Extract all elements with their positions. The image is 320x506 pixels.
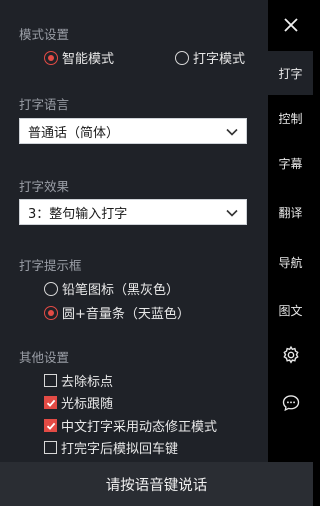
mode-typing-radio[interactable]: 打字模式 xyxy=(175,48,245,67)
other-section-title: 其他设置 xyxy=(19,350,70,365)
checkbox-box[interactable] xyxy=(44,374,57,387)
remove-punctuation-label: 去除标点 xyxy=(61,375,114,390)
mode-smart-label: 智能模式 xyxy=(62,52,115,67)
push-to-talk-bar[interactable]: 请按语音键说话 xyxy=(0,462,313,506)
gear-icon xyxy=(282,345,299,364)
tab-subtitles[interactable]: 字幕 xyxy=(268,141,313,185)
cursor-follow-label: 光标跟随 xyxy=(61,397,114,412)
effect-select-value: 3：整句输入打字 xyxy=(28,206,128,222)
mode-section-title: 模式设置 xyxy=(19,27,70,42)
checkmark-icon xyxy=(46,399,55,407)
hint-pencil-radio[interactable]: 铅笔图标（黑灰色） xyxy=(44,279,179,298)
settings-button[interactable] xyxy=(268,340,313,370)
close-icon xyxy=(283,18,298,32)
tab-navigation-label: 导航 xyxy=(278,255,303,270)
dynamic-correction-checkbox[interactable]: 中文打字采用动态修正模式 xyxy=(44,416,217,435)
hint-circle-label: 圆+音量条（天蓝色） xyxy=(62,307,190,322)
simulate-enter-checkbox[interactable]: 打完字后模拟回车键 xyxy=(44,438,178,457)
checkbox-box[interactable] xyxy=(44,396,57,409)
radio-indicator[interactable] xyxy=(175,50,189,65)
language-select-value: 普通话（简体） xyxy=(28,125,120,141)
dynamic-correction-label: 中文打字采用动态修正模式 xyxy=(61,420,218,435)
checkmark-icon xyxy=(46,422,55,430)
chevron-down-icon xyxy=(226,209,238,217)
tab-image-text-label: 图文 xyxy=(278,303,303,318)
hint-circle-radio[interactable]: 圆+音量条（天蓝色） xyxy=(44,303,190,322)
cursor-follow-checkbox[interactable]: 光标跟随 xyxy=(44,393,113,412)
sidebar: 打字 控制 字幕 翻译 导航 图文 xyxy=(268,0,313,462)
chevron-down-icon xyxy=(226,128,238,136)
radio-indicator[interactable] xyxy=(44,50,58,65)
effect-section-title: 打字效果 xyxy=(19,179,70,194)
tab-image-text[interactable]: 图文 xyxy=(268,288,313,332)
voice-input-settings-panel: 模式设置 智能模式 打字模式 打字语言 普通话（简体） 打字效果 3：整句输入打… xyxy=(0,0,313,506)
mode-typing-label: 打字模式 xyxy=(193,52,246,67)
settings-main-panel: 模式设置 智能模式 打字模式 打字语言 普通话（简体） 打字效果 3：整句输入打… xyxy=(0,0,268,462)
tab-translate-label: 翻译 xyxy=(278,205,303,220)
tab-control-label: 控制 xyxy=(278,111,303,126)
tab-subtitles-label: 字幕 xyxy=(278,156,303,171)
tab-typing[interactable]: 打字 xyxy=(268,51,313,95)
feedback-button[interactable] xyxy=(268,388,313,418)
tab-translate[interactable]: 翻译 xyxy=(268,190,313,234)
hint-pencil-label: 铅笔图标（黑灰色） xyxy=(62,283,180,298)
tab-typing-label: 打字 xyxy=(278,66,303,81)
radio-indicator[interactable] xyxy=(44,281,58,296)
language-section-title: 打字语言 xyxy=(19,97,70,112)
tab-control[interactable]: 控制 xyxy=(268,96,313,140)
tab-navigation[interactable]: 导航 xyxy=(268,240,313,284)
radio-indicator[interactable] xyxy=(44,305,58,320)
checkbox-box[interactable] xyxy=(44,441,57,454)
language-select[interactable]: 普通话（简体） xyxy=(19,118,247,144)
simulate-enter-label: 打完字后模拟回车键 xyxy=(61,442,179,457)
close-button[interactable] xyxy=(268,8,313,42)
hint-box-section-title: 打字提示框 xyxy=(19,258,82,273)
push-to-talk-label: 请按语音键说话 xyxy=(105,477,208,494)
checkbox-box[interactable] xyxy=(44,419,57,432)
effect-select[interactable]: 3：整句输入打字 xyxy=(19,199,247,225)
chat-bubble-icon xyxy=(282,395,299,412)
mode-smart-radio[interactable]: 智能模式 xyxy=(44,48,114,67)
remove-punctuation-checkbox[interactable]: 去除标点 xyxy=(44,371,113,390)
